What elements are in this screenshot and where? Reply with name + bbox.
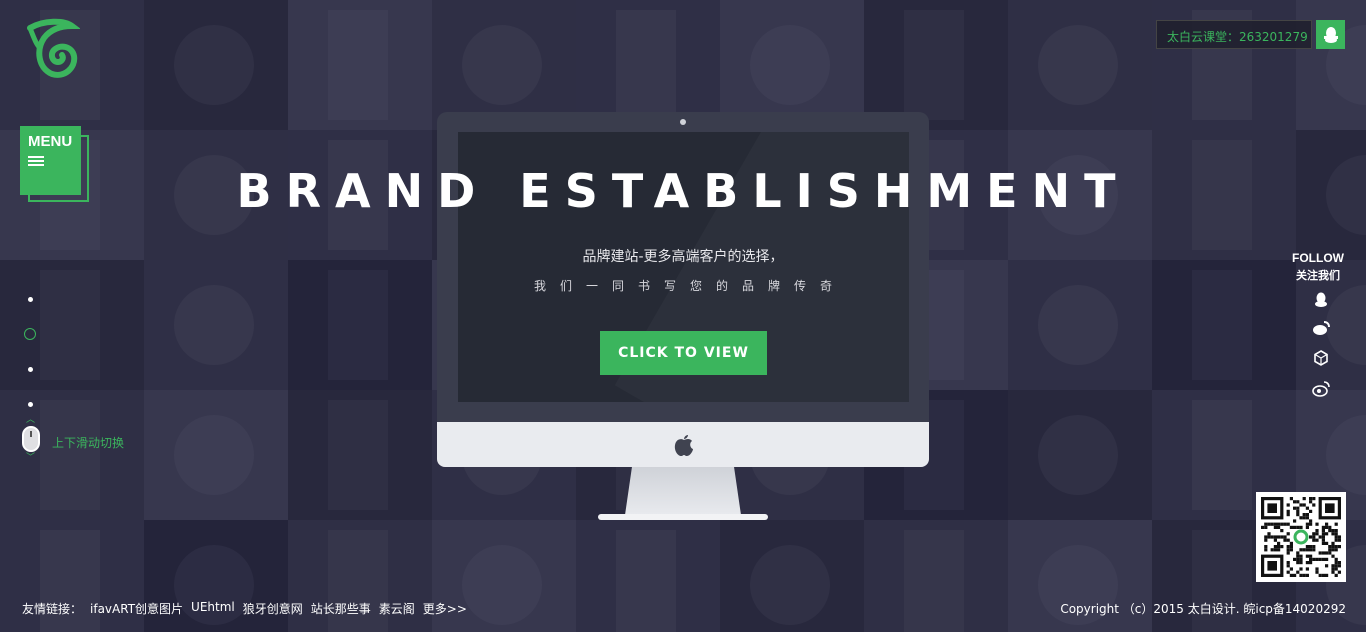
copyright: Copyright （c）2015 太白设计. 皖icp备14020292: [1060, 602, 1346, 616]
nav-dot-3[interactable]: [28, 367, 33, 372]
chevron-down-icon: ﹀: [26, 453, 36, 463]
friend-links: 友情链接： ifavART创意图片 UEhtml 狼牙创意网 站长那些事 素云阁…: [22, 600, 467, 617]
friend-link[interactable]: 站长那些事: [311, 600, 371, 617]
more-links[interactable]: 更多>>: [423, 600, 467, 617]
menu-label: MENU: [28, 133, 73, 150]
hero-subtitle: 品牌建站-更多高端客户的选择，: [582, 249, 784, 265]
friend-link[interactable]: ifavART创意图片: [90, 600, 183, 617]
follow-section: FOLLOW 关注我们: [1288, 251, 1348, 283]
scroll-hint-text: 上下滑动切换: [52, 436, 125, 450]
scroll-hint: ︿ ﹀ 上下滑动切换: [22, 415, 142, 464]
monitor-bezel: [437, 112, 929, 422]
nav-dot-4[interactable]: [28, 402, 33, 407]
friend-link[interactable]: 狼牙创意网: [243, 600, 303, 617]
monitor-stand-base: [598, 514, 768, 520]
qq-penguin-icon[interactable]: [1316, 20, 1345, 49]
cube-icon[interactable]: [1312, 349, 1330, 367]
monitor-stand: [625, 467, 741, 515]
monitor-chin: [437, 422, 929, 467]
friend-links-label: 友情链接：: [22, 602, 83, 616]
nav-dot-active[interactable]: [24, 328, 36, 340]
contact-info[interactable]: 太白云课堂：263201279: [1156, 20, 1312, 49]
follow-title-en: FOLLOW: [1292, 251, 1344, 265]
hero-tagline: 我们一同书写您的品牌传奇: [533, 279, 846, 293]
nav-dot-1[interactable]: [28, 297, 33, 302]
mouse-icon: [22, 426, 40, 452]
friend-link[interactable]: UEhtml: [191, 600, 235, 617]
qq-icon[interactable]: [1312, 291, 1330, 309]
friend-link[interactable]: 素云阁: [379, 600, 415, 617]
qr-code: [1256, 492, 1346, 582]
weibo-tencent-icon[interactable]: [1312, 319, 1330, 337]
camera-icon: [680, 119, 686, 125]
click-to-view-button[interactable]: click to view: [600, 331, 767, 375]
leaf-swirl-logo[interactable]: [24, 18, 80, 82]
apple-icon: [674, 435, 693, 456]
follow-title-cn: 关注我们: [1296, 269, 1340, 282]
chevron-up-icon: ︿: [26, 415, 36, 425]
hero-headline: BRAND ESTABLISHMENT: [236, 164, 1130, 218]
weibo-icon[interactable]: [1312, 380, 1330, 398]
